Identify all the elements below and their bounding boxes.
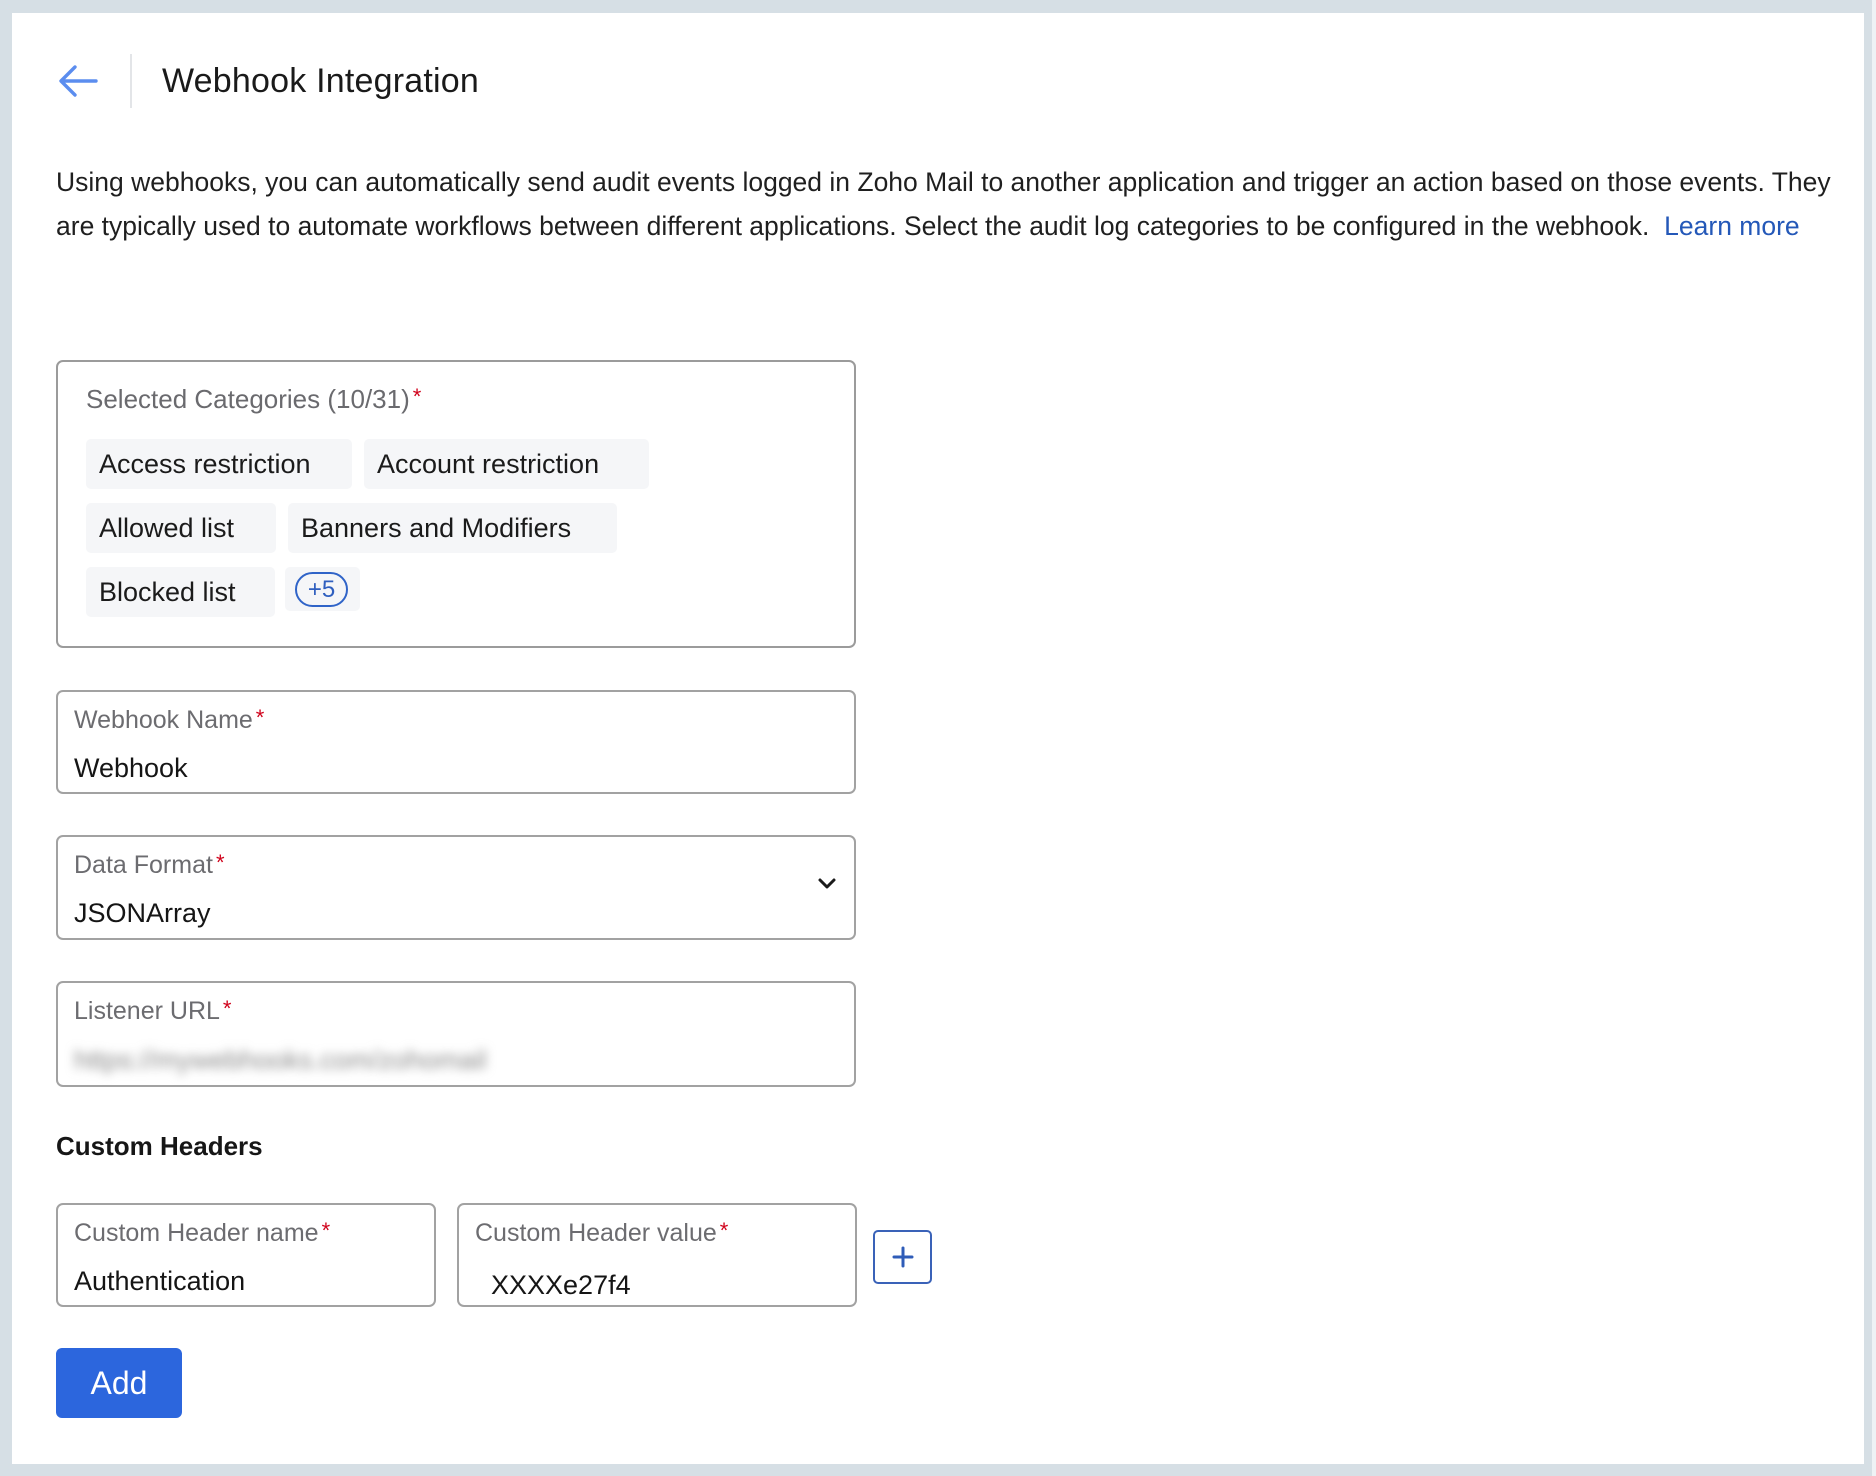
- custom-header-name-label: Custom Header name *: [74, 1216, 330, 1250]
- webhook-name-label-text: Webhook Name: [74, 706, 253, 734]
- data-format-label-text: Data Format: [74, 851, 213, 879]
- required-marker: *: [412, 384, 422, 409]
- plus-icon: [892, 1246, 913, 1268]
- required-marker: *: [321, 1218, 331, 1243]
- custom-header-name-field[interactable]: Custom Header name * Authentication: [56, 1203, 436, 1307]
- page-title: Webhook Integration: [162, 62, 479, 100]
- data-format-label: Data Format *: [74, 848, 225, 882]
- custom-header-value-label: Custom Header value *: [475, 1216, 728, 1250]
- listener-url-label: Listener URL *: [74, 994, 231, 1028]
- custom-header-value-field[interactable]: Custom Header value * XXXXe27f4: [457, 1203, 857, 1307]
- arrow-left-icon: [59, 65, 98, 97]
- add-header-row-button[interactable]: [873, 1230, 932, 1284]
- custom-headers-heading: Custom Headers: [56, 1131, 263, 1161]
- frame-shadow: [1872, 0, 1876, 1476]
- custom-header-name-input[interactable]: Authentication: [74, 1264, 245, 1298]
- category-chip[interactable]: Access restriction: [86, 439, 352, 489]
- required-marker: *: [719, 1218, 729, 1243]
- custom-header-name-label-text: Custom Header name: [74, 1219, 319, 1247]
- description: Using webhooks, you can automatically se…: [56, 160, 1856, 248]
- learn-more-link[interactable]: Learn more: [1664, 211, 1800, 241]
- more-categories-button[interactable]: +5: [295, 572, 348, 607]
- listener-url-label-text: Listener URL: [74, 997, 220, 1025]
- data-format-value[interactable]: JSONArray: [74, 896, 211, 930]
- title-divider: [130, 54, 132, 108]
- selected-categories-label-text: Selected Categories (10/31): [86, 384, 410, 414]
- category-chip[interactable]: Blocked list: [86, 567, 275, 617]
- data-format-select[interactable]: Data Format * JSONArray: [56, 835, 856, 940]
- back-button[interactable]: [56, 62, 100, 100]
- required-marker: *: [222, 996, 232, 1021]
- listener-url-input[interactable]: https://mywebhooks.com/zohomail: [74, 1043, 487, 1077]
- category-chip[interactable]: Allowed list: [86, 503, 276, 553]
- custom-header-value-input[interactable]: XXXXe27f4: [491, 1268, 631, 1302]
- description-text: Using webhooks, you can automatically se…: [56, 167, 1831, 241]
- category-chip[interactable]: Banners and Modifiers: [288, 503, 617, 553]
- required-marker: *: [215, 850, 225, 875]
- webhook-name-field[interactable]: Webhook Name * Webhook: [56, 690, 856, 794]
- add-button[interactable]: Add: [56, 1348, 182, 1418]
- listener-url-field[interactable]: Listener URL * https://mywebhooks.com/zoh…: [56, 981, 856, 1087]
- webhook-name-input[interactable]: Webhook: [74, 751, 188, 785]
- more-categories-chip: +5: [285, 567, 360, 611]
- selected-categories-label: Selected Categories (10/31) *: [86, 381, 421, 417]
- required-marker: *: [255, 705, 265, 730]
- custom-header-value-label-text: Custom Header value: [475, 1219, 717, 1247]
- webhook-name-label: Webhook Name *: [74, 703, 264, 737]
- chevron-down-icon[interactable]: [817, 877, 837, 891]
- category-chip[interactable]: Account restriction: [364, 439, 649, 489]
